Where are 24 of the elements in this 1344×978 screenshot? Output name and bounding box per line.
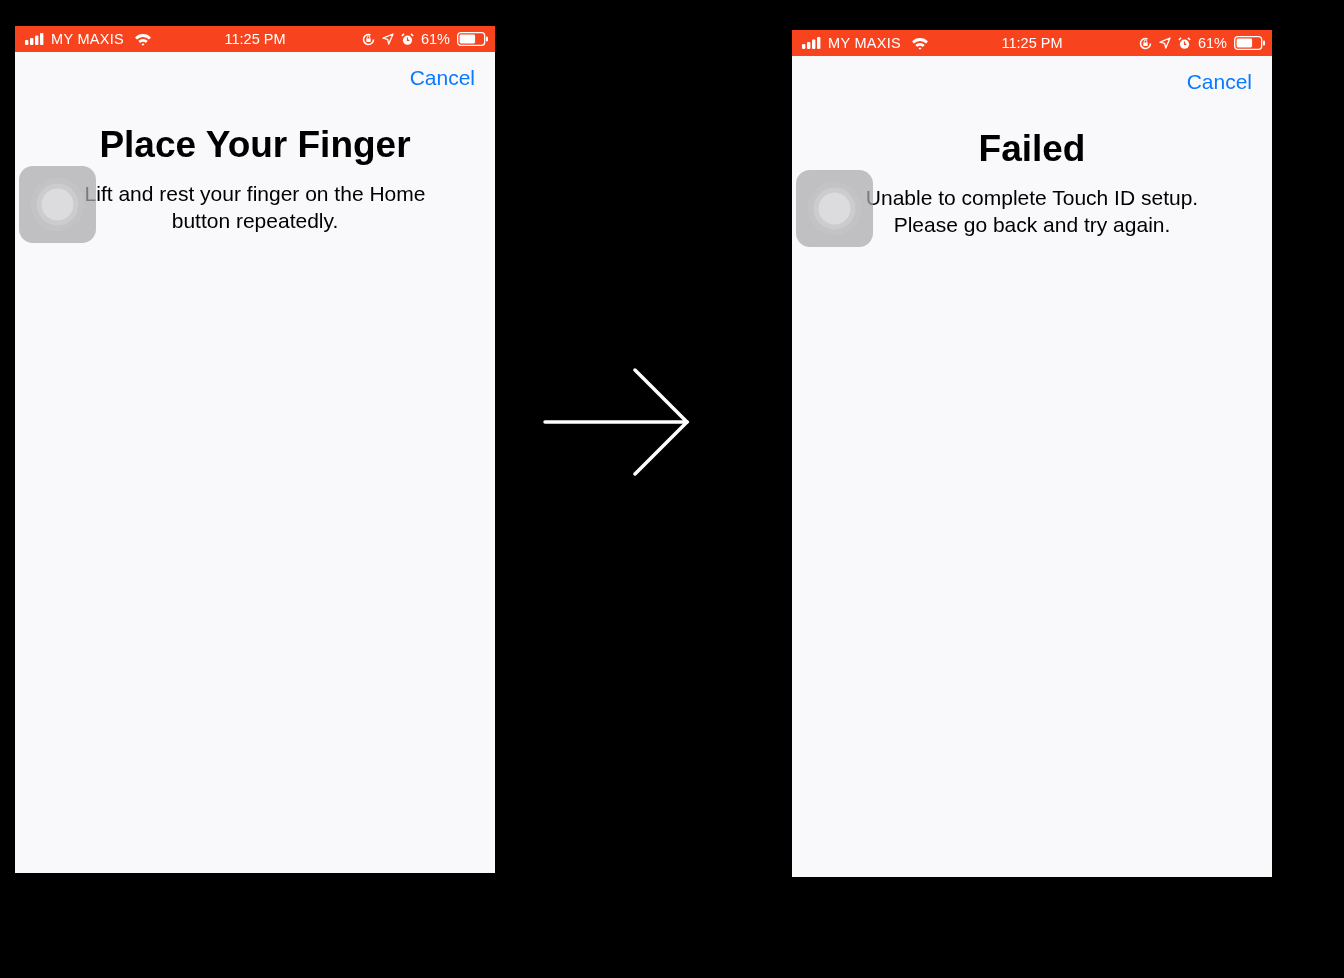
cancel-link[interactable]: Cancel — [1186, 70, 1252, 94]
location-icon — [381, 33, 394, 45]
signal-icon — [25, 33, 45, 45]
location-icon — [1158, 37, 1171, 49]
rotation-lock-icon — [1138, 36, 1152, 50]
signal-icon — [802, 37, 822, 49]
carrier-name: MY MAXIS — [51, 31, 125, 47]
wifi-icon — [134, 32, 153, 46]
clock-time: 11:25 PM — [224, 31, 286, 47]
rotation-lock-icon — [361, 32, 375, 46]
wifi-icon — [911, 36, 930, 50]
carrier-name: MY MAXIS — [828, 35, 902, 51]
battery-icon — [1234, 36, 1266, 50]
clock-time: 11:25 PM — [1001, 35, 1063, 51]
screen-title: Place Your Finger — [99, 124, 411, 166]
cancel-link[interactable]: Cancel — [409, 66, 475, 90]
screen-title: Failed — [978, 128, 1086, 170]
battery-icon — [457, 32, 489, 46]
instruction-text: Lift and rest your finger on the Home button repeatedly. — [83, 181, 427, 234]
alarm-icon — [1177, 36, 1191, 50]
battery-percent: 61% — [420, 31, 450, 47]
alarm-icon — [400, 32, 414, 46]
instruction-text: Unable to complete Touch ID setup. Please go back and try again. — [864, 185, 1200, 238]
battery-percent: 61% — [1197, 35, 1227, 51]
